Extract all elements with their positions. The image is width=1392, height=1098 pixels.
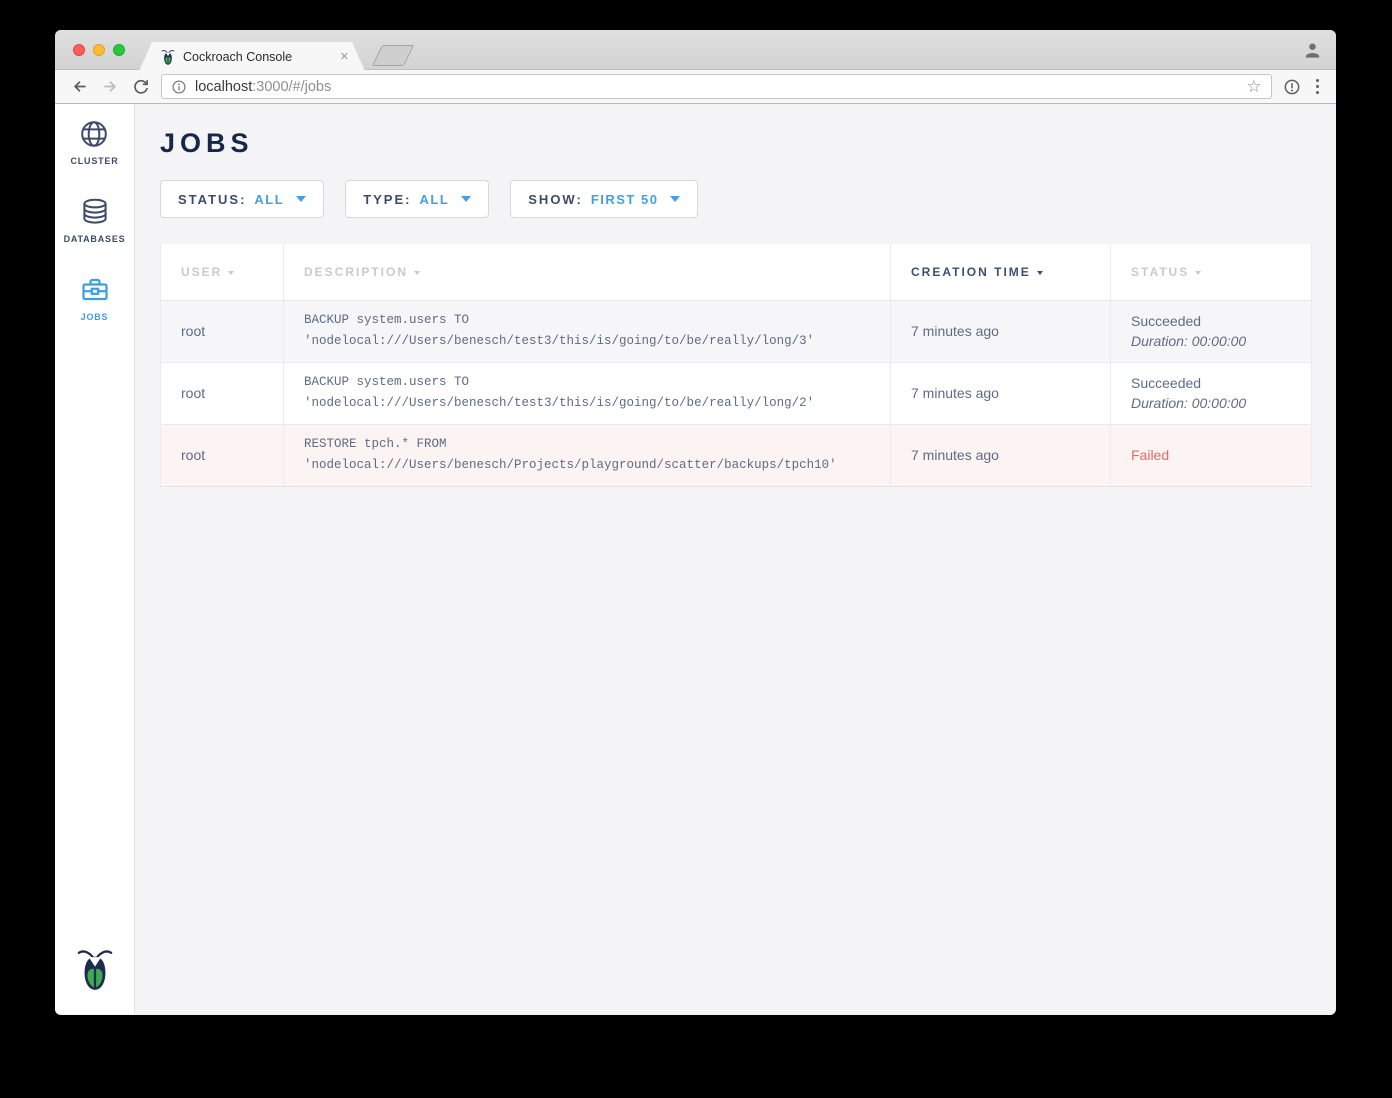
status-filter-dropdown[interactable]: STATUS: ALL	[160, 180, 324, 218]
globe-icon	[79, 119, 109, 149]
duration-text: Duration: 00:00:00	[1131, 331, 1311, 351]
cell-description: BACKUP system.users TO'nodelocal:///User…	[284, 362, 891, 424]
sidebar-item-label: DATABASES	[64, 234, 126, 244]
column-header-creation-time[interactable]: CREATION TIME	[891, 244, 1111, 300]
sort-arrow-icon	[1195, 271, 1201, 275]
column-header-user[interactable]: USER	[161, 244, 284, 300]
page-title: JOBS	[160, 128, 1312, 159]
forward-icon[interactable]	[99, 76, 121, 98]
status-text: Failed	[1131, 447, 1311, 463]
url-bar[interactable]: localhost:3000/#/jobs ☆	[161, 74, 1272, 99]
tab-title: Cockroach Console	[183, 50, 332, 64]
column-header-description[interactable]: DESCRIPTION	[284, 244, 891, 300]
sidebar-item-jobs[interactable]: JOBS	[80, 275, 110, 322]
profile-icon[interactable]	[1303, 41, 1322, 65]
cell-status: SucceededDuration: 00:00:00	[1111, 300, 1312, 362]
window-controls	[73, 44, 125, 56]
sort-arrow-icon	[414, 271, 420, 275]
favicon-cockroach-icon	[161, 48, 175, 66]
cell-user: root	[161, 424, 284, 486]
cell-description: RESTORE tpch.* FROM'nodelocal:///Users/b…	[284, 424, 891, 486]
reload-icon[interactable]	[130, 76, 152, 98]
status-text: Succeeded	[1131, 311, 1311, 331]
cell-status: SucceededDuration: 00:00:00	[1111, 362, 1312, 424]
duration-text: Duration: 00:00:00	[1131, 393, 1311, 413]
browser-menu-icon[interactable]	[1312, 79, 1324, 95]
filter-value: FIRST 50	[591, 192, 659, 207]
sidebar-item-label: CLUSTER	[70, 156, 118, 166]
browser-toolbar: localhost:3000/#/jobs ☆	[55, 70, 1336, 104]
sidebar: CLUSTER DATABASES JOB	[55, 104, 135, 1014]
show-filter-dropdown[interactable]: SHOW: FIRST 50	[510, 180, 698, 218]
filter-label: TYPE:	[363, 192, 411, 207]
cell-description: BACKUP system.users TO'nodelocal:///User…	[284, 300, 891, 362]
cell-creation-time: 7 minutes ago	[891, 424, 1111, 486]
url-text[interactable]: localhost:3000/#/jobs	[195, 79, 331, 95]
type-filter-dropdown[interactable]: TYPE: ALL	[345, 180, 489, 218]
url-path: :3000/#/jobs	[252, 79, 331, 95]
cell-creation-time: 7 minutes ago	[891, 300, 1111, 362]
sidebar-item-label: JOBS	[81, 312, 109, 322]
filter-label: STATUS:	[178, 192, 246, 207]
cockroachdb-logo	[76, 945, 114, 998]
zoom-window-button[interactable]	[113, 44, 125, 56]
app-content: CLUSTER DATABASES JOB	[55, 104, 1336, 1014]
filter-value: ALL	[419, 192, 449, 207]
sort-arrow-icon	[1037, 271, 1043, 275]
browser-tab[interactable]: Cockroach Console ✕	[139, 42, 365, 71]
filter-value: ALL	[254, 192, 284, 207]
database-icon	[80, 197, 110, 227]
column-header-status[interactable]: STATUS	[1111, 244, 1312, 300]
page-info-icon[interactable]	[171, 79, 187, 95]
briefcase-icon	[80, 275, 110, 305]
jobs-table: USER DESCRIPTION CREATION TIME STATUS ro…	[160, 244, 1312, 487]
browser-window: Cockroach Console ✕	[55, 30, 1336, 1015]
table-row: root RESTORE tpch.* FROM'nodelocal:///Us…	[161, 424, 1312, 486]
extension-icon[interactable]	[1281, 76, 1303, 98]
tab-close-icon[interactable]: ✕	[340, 50, 349, 63]
table-row: root BACKUP system.users TO'nodelocal://…	[161, 362, 1312, 424]
chevron-down-icon	[296, 196, 306, 202]
back-icon[interactable]	[68, 76, 90, 98]
sidebar-item-databases[interactable]: DATABASES	[64, 197, 126, 244]
sidebar-item-cluster[interactable]: CLUSTER	[70, 119, 118, 166]
close-window-button[interactable]	[73, 44, 85, 56]
main-panel: JOBS STATUS: ALL TYPE: ALL SHOW: FIRST 5…	[135, 104, 1336, 1014]
status-text: Succeeded	[1131, 373, 1311, 393]
filter-bar: STATUS: ALL TYPE: ALL SHOW: FIRST 50	[160, 180, 1312, 218]
cell-user: root	[161, 300, 284, 362]
filter-label: SHOW:	[528, 192, 583, 207]
table-row: root BACKUP system.users TO'nodelocal://…	[161, 300, 1312, 362]
sort-arrow-icon	[228, 271, 234, 275]
chevron-down-icon	[461, 196, 471, 202]
tab-strip: Cockroach Console ✕	[55, 30, 1336, 70]
cell-user: root	[161, 362, 284, 424]
new-tab-button[interactable]	[372, 45, 414, 66]
url-host: localhost	[195, 79, 252, 95]
minimize-window-button[interactable]	[93, 44, 105, 56]
cell-status: Failed	[1111, 424, 1312, 486]
cell-creation-time: 7 minutes ago	[891, 362, 1111, 424]
bookmark-star-icon[interactable]: ☆	[1246, 78, 1261, 95]
table-header-row: USER DESCRIPTION CREATION TIME STATUS	[161, 244, 1312, 300]
chevron-down-icon	[670, 196, 680, 202]
